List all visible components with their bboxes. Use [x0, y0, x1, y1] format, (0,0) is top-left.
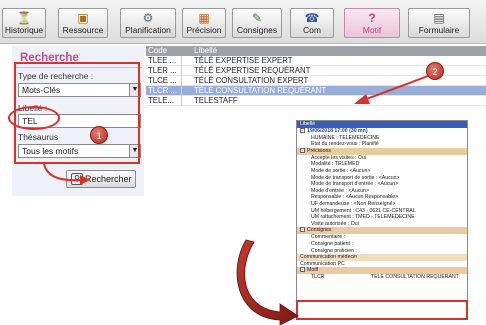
detail-line: Mode de transport de sortie : <Aucun> — [311, 174, 400, 181]
detail-line: UM hébergement : C43 - 0621 CE-CENTRAL — [311, 207, 416, 214]
communication-medecin: Communication médecin — [297, 254, 467, 261]
communication-pc: Communication PC — [300, 260, 345, 267]
detail-line: Visite autorisée : Oui — [311, 220, 359, 227]
detail-panel: Libellé −19/06/2018 17:00 (30 mn) HUMAIN… — [296, 120, 468, 320]
com-button[interactable]: ☎ Com — [290, 8, 334, 38]
collapse-icon[interactable]: − — [300, 128, 305, 134]
annotation-marker-2: 2 — [426, 62, 444, 80]
detail-line: Accepte les visites : Oui — [311, 154, 367, 161]
detail-line: HUMAINE : TELEMEDECINE — [311, 134, 380, 141]
annotation-curved-arrow — [236, 239, 299, 325]
detail-line: UF demandeuse : <Non Renseigné> — [311, 200, 396, 207]
detail-line: Consigne praticien : — [311, 247, 357, 254]
annotation-marker-1: 1 — [90, 126, 108, 144]
question-icon: ? — [368, 11, 376, 25]
detail-line: Mode de transport d'entrée : <Aucun> — [311, 181, 399, 188]
collapse-icon[interactable]: − — [300, 267, 305, 273]
annotation-oval-libelle — [8, 106, 60, 130]
detail-line: Mode d'entrée : <Aucun> — [311, 187, 370, 194]
motif-row: TLCR TÉLÉ CONSULTATION REQUÉRANT — [311, 274, 459, 281]
collapse-icon[interactable]: − — [300, 227, 305, 233]
motif-button[interactable]: ? Motif — [344, 8, 400, 38]
detail-line: UM rattachement : TMED - TELEMEDECINE — [311, 214, 415, 221]
toolbar: ⏳ Historique ▣ Ressource ⚙ Planification… — [0, 0, 486, 44]
form-icon: ▤ — [433, 11, 445, 25]
appointment-date: −19/06/2018 17:00 (30 mn) — [300, 128, 368, 134]
consignes-button[interactable]: ✎ Consignes — [232, 8, 282, 38]
precision-button[interactable]: ▦ Précision — [182, 8, 226, 38]
ressource-button[interactable]: ▣ Ressource — [58, 8, 108, 38]
history-icon: ⏳ — [16, 11, 32, 25]
header-libelle: Libellé — [194, 46, 218, 55]
section-precisions: − Précisions — [297, 147, 467, 155]
formulaire-button[interactable]: ▤ Formulaire — [408, 8, 470, 38]
detail-line: Consigne patient : — [311, 240, 353, 247]
resource-icon: ▣ — [77, 11, 89, 25]
collapse-icon[interactable]: − — [300, 147, 305, 153]
consignes-icon: ✎ — [251, 11, 263, 25]
annotation-box-motif — [296, 300, 468, 320]
section-motif: − Motif — [297, 267, 467, 275]
detail-header: Libellé — [297, 121, 467, 128]
detail-line: Mode de sortie : <Aucun> — [311, 167, 371, 174]
com-icon: ☎ — [304, 11, 320, 25]
detail-line: Responsable : <Aucun Responsable> — [311, 194, 399, 201]
planification-button[interactable]: ⚙ Planification — [120, 8, 176, 38]
header-code: Code — [148, 46, 168, 55]
annotation-arrow-1 — [43, 163, 90, 185]
precision-icon: ▦ — [198, 11, 210, 25]
table-header: Code Libellé — [146, 46, 486, 56]
detail-line: Etat du rendez-vous : Planifié — [311, 141, 379, 148]
section-consignes: − Consignes — [297, 227, 467, 235]
detail-line: Commentaire : — [311, 234, 346, 241]
detail-line: Modalité : TELEMED — [311, 161, 360, 168]
historique-button[interactable]: ⏳ Historique — [2, 8, 46, 38]
planning-icon: ⚙ — [142, 11, 154, 25]
